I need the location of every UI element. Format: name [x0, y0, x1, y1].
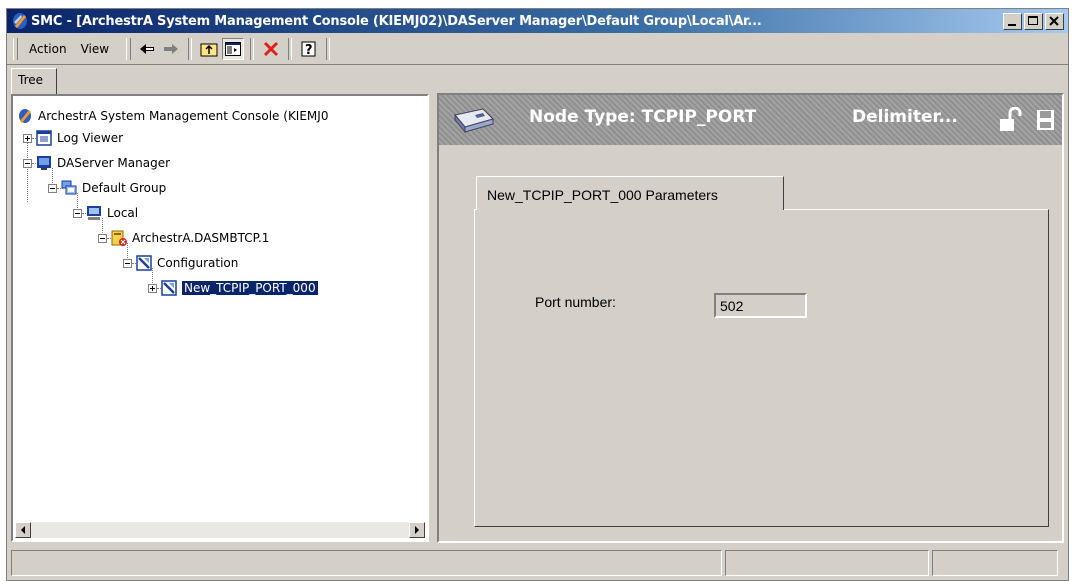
show-hide-tree-button[interactable]	[222, 38, 245, 60]
tab-tree-label: Tree	[18, 73, 44, 87]
parameters-box: Port number: 502	[474, 209, 1049, 527]
arrow-right-icon	[415, 526, 419, 534]
tree-item-smc-root[interactable]: ArchestrA System Management Console (KIE…	[17, 105, 328, 127]
smc-icon	[19, 109, 31, 123]
tree-item-label: Log Viewer	[57, 131, 124, 145]
node-header: Node Type: TCPIP_PORT Delimiter...	[439, 95, 1062, 145]
tree-item-label: ArchestrA.DASMBTCP.1	[132, 231, 270, 245]
expand-toggle[interactable]	[23, 133, 32, 143]
svg-text:?: ?	[305, 43, 313, 58]
delimiter-label: Delimiter...	[852, 107, 958, 127]
status-pane-2	[725, 550, 929, 576]
toolbar-separator	[188, 38, 193, 60]
expand-toggle[interactable]	[148, 283, 157, 293]
tree-item-default-group[interactable]: Default Group	[48, 177, 166, 199]
unlock-icon[interactable]	[998, 107, 1022, 133]
daserver-manager-icon	[37, 156, 51, 170]
group-icon	[61, 180, 77, 195]
tree-item-local[interactable]: Local	[73, 202, 138, 224]
collapse-toggle[interactable]	[98, 233, 107, 243]
port-number-label: Port number:	[535, 294, 616, 310]
delete-button[interactable]	[260, 38, 282, 60]
menu-view-label: View	[80, 42, 110, 56]
scroll-right-button[interactable]	[409, 522, 425, 538]
status-bar	[11, 550, 1064, 576]
log-viewer-icon	[36, 130, 52, 146]
port-icon	[161, 280, 177, 296]
toolbar: Action View ?	[7, 34, 1068, 65]
close-button[interactable]	[1045, 12, 1064, 30]
toolbar-grip[interactable]	[13, 38, 18, 60]
save-icon[interactable]	[1036, 109, 1056, 131]
tree-item-dasmbtcp[interactable]: ArchestrA.DASMBTCP.1	[98, 227, 269, 249]
tree-item-configuration[interactable]: Configuration	[123, 252, 238, 274]
computer-icon	[87, 206, 101, 220]
window-title: SMC - [ArchestrA System Management Conso…	[31, 13, 762, 29]
help-button[interactable]: ?	[298, 38, 320, 60]
collapse-toggle[interactable]	[23, 158, 32, 168]
tree-item-label: DAServer Manager	[57, 156, 171, 170]
toolbar-separator	[250, 38, 255, 60]
maximize-button[interactable]	[1024, 12, 1043, 30]
daserver-icon	[111, 230, 127, 246]
tree-item-log-viewer[interactable]: Log Viewer	[23, 127, 123, 149]
toolbar-grip-2[interactable]	[126, 38, 132, 60]
collapse-toggle[interactable]	[123, 258, 132, 268]
smc-window: SMC - [ArchestrA System Management Conso…	[6, 8, 1069, 581]
node-type-title: Node Type: TCPIP_PORT	[529, 107, 757, 127]
toolbar-separator	[326, 38, 331, 60]
menu-action-label: Action	[29, 42, 67, 56]
tree-item-new-tcpip-port[interactable]: New_TCPIP_PORT_000	[148, 277, 319, 299]
minimize-button[interactable]	[1003, 12, 1022, 30]
tab-tree[interactable]: Tree	[11, 68, 57, 94]
delete-x-icon	[264, 41, 279, 57]
tree-item-label: ArchestrA System Management Console (KIE…	[38, 109, 329, 123]
title-bar[interactable]: SMC - [ArchestrA System Management Conso…	[7, 9, 1068, 33]
horizontal-scrollbar[interactable]	[15, 522, 425, 538]
tree-item-label: Local	[107, 206, 139, 220]
folder-up-icon	[200, 43, 218, 57]
toolbar-separator	[288, 38, 293, 60]
back-button[interactable]	[136, 38, 158, 60]
details-panel: Node Type: TCPIP_PORT Delimiter... New_T…	[437, 93, 1064, 543]
tab-port-parameters-label: New_TCPIP_PORT_000 Parameters	[487, 187, 718, 203]
collapse-toggle[interactable]	[48, 183, 57, 193]
up-one-level-button[interactable]	[198, 38, 220, 60]
menu-action[interactable]: Action	[22, 40, 74, 58]
tree-item-label: Configuration	[157, 256, 239, 270]
collapse-toggle[interactable]	[73, 208, 82, 218]
tree-item-daserver-manager[interactable]: DAServer Manager	[23, 152, 170, 174]
configuration-icon	[136, 255, 152, 271]
tree-item-label: Default Group	[82, 181, 167, 195]
port-number-field[interactable]: 502	[714, 293, 807, 318]
scroll-left-button[interactable]	[15, 522, 31, 538]
status-pane-3	[932, 550, 1058, 576]
smc-app-icon	[13, 13, 27, 29]
back-arrow-icon	[140, 44, 155, 54]
status-pane-main	[11, 550, 722, 576]
menu-view[interactable]: View	[74, 40, 116, 58]
help-icon: ?	[301, 41, 316, 58]
tree-panel[interactable]: ArchestrA System Management Console (KIE…	[11, 94, 429, 542]
tree-item-label: New_TCPIP_PORT_000	[181, 280, 319, 296]
forward-button[interactable]	[160, 38, 182, 60]
tab-port-parameters[interactable]: New_TCPIP_PORT_000 Parameters	[476, 176, 784, 210]
close-icon	[1049, 15, 1059, 26]
forward-arrow-icon	[164, 44, 179, 54]
network-port-icon	[454, 108, 494, 134]
console-tree-icon	[225, 42, 242, 56]
arrow-left-icon	[21, 526, 25, 534]
